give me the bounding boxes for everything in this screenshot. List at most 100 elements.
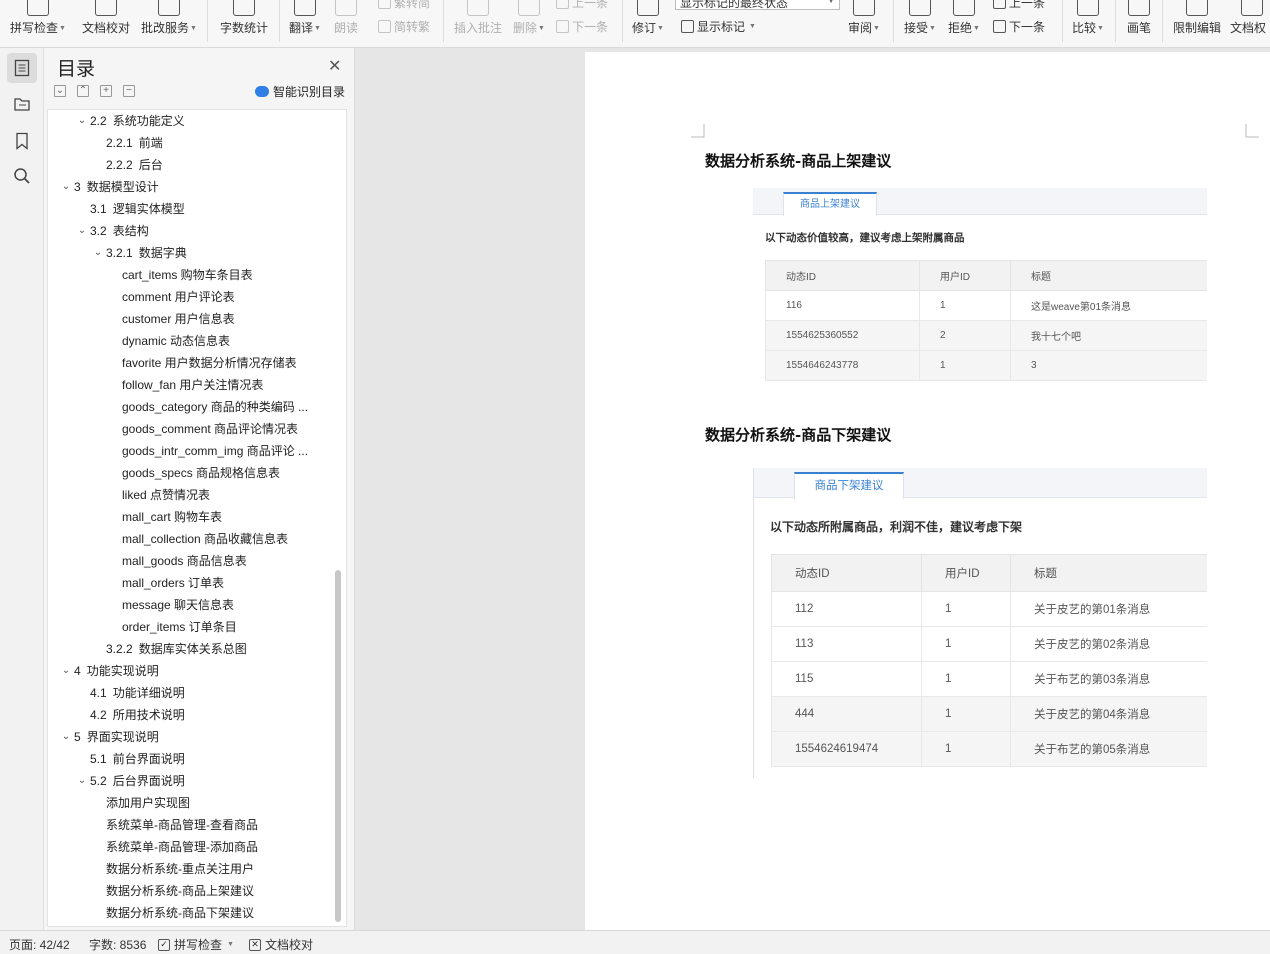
toc-item[interactable]: customer 用户信息表 — [48, 308, 333, 330]
table-cell: 444 — [771, 696, 922, 732]
translate-button[interactable]: 翻译▼ — [287, 0, 323, 42]
status-spell-check[interactable]: ✓ 拼写检查 ▼ — [158, 936, 234, 953]
toc-item-label: 功能详细说明 — [112, 686, 185, 700]
toc-item[interactable]: follow_fan 用户关注情况表 — [48, 374, 333, 396]
chevron-down-icon[interactable]: ⌄ — [60, 176, 72, 198]
markup-view-select[interactable]: 显示标记的最终状态 ▼ — [675, 0, 840, 10]
insert-comment-button[interactable]: 插入批注 — [452, 0, 504, 42]
toc-item-label: 系统菜单-商品管理-添加商品 — [106, 840, 258, 854]
table-cell: 关于布艺的第05条消息 — [1010, 731, 1207, 767]
toc-item[interactable]: ⌄ 3.2.1 数据字典 — [48, 242, 333, 264]
show-markup-button[interactable]: 显示标记 ▼ — [681, 18, 756, 35]
prev-comment-button[interactable]: 上一条 — [556, 0, 608, 11]
toc-item[interactable]: mall_cart 购物车表 — [48, 506, 333, 528]
toc-item[interactable]: mall_goods 商品信息表 — [48, 550, 333, 572]
toc-item[interactable]: 数据分析系统-商品上架建议 — [48, 880, 333, 902]
toc-item[interactable]: message 聊天信息表 — [48, 594, 333, 616]
bookmark-button[interactable] — [7, 126, 37, 156]
column-header: 标题 — [1010, 554, 1207, 592]
expand-all-icon[interactable]: ⌄ — [54, 85, 66, 97]
toc-item[interactable]: favorite 用户数据分析情况存储表 — [48, 352, 333, 374]
column-header: 动态ID — [765, 260, 920, 291]
toc-item[interactable]: goods_category 商品的种类编码 ... — [48, 396, 333, 418]
next-change-button[interactable]: 下一条 — [993, 18, 1045, 35]
toc-item[interactable]: 3.1 逻辑实体模型 — [48, 198, 333, 220]
doc-rights-icon — [1241, 0, 1263, 16]
delete-comment-button[interactable]: 删除▼ — [511, 0, 547, 42]
close-icon[interactable]: ✕ — [328, 56, 341, 76]
toc-item[interactable]: 数据分析系统-商品下架建议 — [48, 902, 333, 924]
word-count-button[interactable]: 字数统计 — [218, 0, 270, 42]
toc-item[interactable]: goods_comment 商品评论情况表 — [48, 418, 333, 440]
toc-item-title: 2.2.1 前端 — [106, 132, 163, 154]
toc-item[interactable]: comment 用户评论表 — [48, 286, 333, 308]
chevron-down-icon[interactable]: ⌄ — [76, 770, 88, 792]
chevron-down-icon[interactable]: ⌄ — [92, 242, 104, 264]
prev-change-button[interactable]: 上一条 — [993, 0, 1045, 11]
collapse-all-icon[interactable]: ⌃ — [77, 85, 89, 97]
toc-item[interactable]: goods_specs 商品规格信息表 — [48, 462, 333, 484]
word-count-indicator[interactable]: 字数: 8536 — [89, 936, 146, 953]
pen-button[interactable]: 画笔 — [1125, 0, 1153, 42]
simp-to-trad-button[interactable]: 简转繁 — [378, 18, 430, 35]
compare-button[interactable]: 比较▼ — [1070, 0, 1106, 42]
accept-button[interactable]: 接受▼ — [902, 0, 938, 42]
spell-check-button[interactable]: 拼写检查▼ — [10, 0, 66, 42]
add-heading-icon[interactable]: + — [100, 85, 112, 97]
toc-item[interactable]: liked 点赞情况表 — [48, 484, 333, 506]
toc-panel-button[interactable] — [7, 53, 37, 83]
toc-item[interactable]: ⌄ 5 界面实现说明 — [48, 726, 333, 748]
read-aloud-button[interactable]: 朗读 — [332, 0, 360, 42]
toc-item[interactable]: 系统菜单-商品管理-添加商品 — [48, 836, 333, 858]
reject-button[interactable]: 拒绝▼ — [946, 0, 982, 42]
toc-scrollbar[interactable] — [335, 570, 341, 922]
page-corner-mark — [691, 124, 705, 138]
batch-service-button[interactable]: 批改服务▼ — [140, 0, 198, 42]
table-row: 113 1 关于皮艺的第02条消息 — [771, 626, 1207, 662]
ribbon-toolbar: 拼写检查▼ 文档校对 批改服务▼ 字数统计 翻译▼ 朗读 繁转简 简转繁 插入批… — [0, 0, 1270, 48]
doc-proof-button[interactable]: 文档校对 — [80, 0, 132, 42]
toc-item[interactable]: goods_intr_comm_img 商品评论 ... — [48, 440, 333, 462]
review-icon — [853, 0, 875, 16]
next-comment-button[interactable]: 下一条 — [556, 18, 608, 35]
toc-item[interactable]: 添加用户实现图 — [48, 792, 333, 814]
toc-item[interactable]: 2.2.2 后台 — [48, 154, 333, 176]
remove-heading-icon[interactable]: − — [123, 85, 135, 97]
toc-item[interactable]: order_items 订单条目 — [48, 616, 333, 638]
toc-item[interactable]: ⌄ 5.2 后台界面说明 — [48, 770, 333, 792]
chapter-nav-button[interactable] — [7, 89, 37, 119]
toc-item[interactable]: 5.1 前台界面说明 — [48, 748, 333, 770]
toc-item[interactable]: mall_orders 订单表 — [48, 572, 333, 594]
toc-item[interactable]: 3.2.2 数据库实体关系总图 — [48, 638, 333, 660]
review-button[interactable]: 审阅▼ — [846, 0, 882, 42]
toc-item[interactable]: 系统菜单-商品管理-查看商品 — [48, 814, 333, 836]
ribbon-separator — [1162, 0, 1163, 42]
toc-item[interactable]: cart_items 购物车条目表 — [48, 264, 333, 286]
toc-item[interactable]: mall_collection 商品收藏信息表 — [48, 528, 333, 550]
chevron-down-icon[interactable]: ⌄ — [76, 220, 88, 242]
chevron-down-icon[interactable]: ⌄ — [60, 726, 72, 748]
doc-rights-button[interactable]: 文档权 — [1230, 0, 1270, 42]
toc-item[interactable]: ⌄ 2.2 系统功能定义 — [48, 110, 333, 132]
toc-item[interactable]: 数据分析系统-重点关注用户 — [48, 858, 333, 880]
trad-to-simp-button[interactable]: 繁转简 — [378, 0, 430, 11]
find-button[interactable] — [7, 161, 37, 191]
chevron-down-icon[interactable]: ⌄ — [76, 110, 88, 132]
toc-item[interactable]: 4.2 所用技术说明 — [48, 704, 333, 726]
revise-button[interactable]: 修订▼ — [630, 0, 666, 42]
check-icon: ✓ — [158, 938, 170, 951]
toc-item[interactable]: 2.2.1 前端 — [48, 132, 333, 154]
toc-item[interactable]: dynamic 动态信息表 — [48, 330, 333, 352]
restrict-edit-button[interactable]: 限制编辑 — [1170, 0, 1224, 42]
accept-icon — [909, 0, 931, 16]
toc-item-number: 2.2.2 — [106, 158, 133, 172]
chevron-down-icon[interactable]: ⌄ — [60, 660, 72, 682]
page-indicator[interactable]: 页面: 42/42 — [9, 936, 70, 953]
smart-toc-button[interactable]: 智能识别目录 — [255, 83, 345, 100]
toc-item[interactable]: ⌄ 4 功能实现说明 — [48, 660, 333, 682]
toc-item[interactable]: 4.1 功能详细说明 — [48, 682, 333, 704]
status-doc-proof[interactable]: ✕ 文档校对 — [249, 936, 313, 953]
toc-item[interactable]: ⌄ 3 数据模型设计 — [48, 176, 333, 198]
toc-item-title: 4 功能实现说明 — [74, 660, 159, 682]
toc-item[interactable]: ⌄ 3.2 表结构 — [48, 220, 333, 242]
